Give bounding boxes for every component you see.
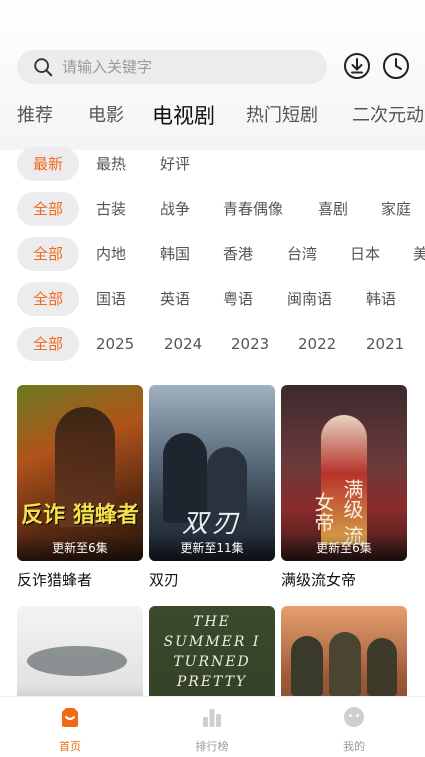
profile-icon — [344, 707, 364, 727]
filter-sort-hottest[interactable]: 最热 — [96, 147, 126, 181]
landscape-shape — [27, 646, 127, 676]
tab-movies[interactable]: 电影 — [88, 100, 124, 132]
bottom-navigation: 首页 排行榜 我的 — [0, 696, 425, 757]
filter-sort-top-rated[interactable]: 好评 — [160, 147, 190, 181]
search-row — [0, 48, 425, 86]
series-card[interactable]: 双刃 更新至11集 双刃 — [149, 385, 275, 590]
filter-language-mandarin[interactable]: 国语 — [96, 282, 126, 316]
tab-recommend[interactable]: 推荐 — [17, 100, 53, 132]
actor-silhouette — [291, 636, 323, 696]
ranking-icon — [203, 709, 221, 727]
filter-region-usa[interactable]: 美 — [413, 237, 425, 271]
tab-tv-series[interactable]: 电视剧 — [152, 100, 215, 132]
language-filter-row: 全部 国语 英语 粤语 闽南语 韩语 — [0, 282, 425, 316]
filter-language-all[interactable]: 全部 — [17, 282, 79, 316]
region-filter-row: 全部 内地 韩国 香港 台湾 日本 美 — [0, 237, 425, 271]
nav-label: 首页 — [59, 740, 81, 753]
poster-image: 双刃 更新至11集 — [149, 385, 275, 561]
poster-image: 满级 流女帝 更新至6集 — [281, 385, 407, 561]
nav-home[interactable]: 首页 — [30, 697, 110, 757]
filter-genre-all[interactable]: 全部 — [17, 192, 79, 226]
filter-year-all[interactable]: 全部 — [17, 327, 79, 361]
filter-language-english[interactable]: 英语 — [160, 282, 190, 316]
sort-filter-row: 最新 最热 好评 — [0, 147, 425, 181]
series-title: 双刃 — [149, 571, 180, 589]
genre-filter-row: 全部 古装 战争 青春偶像 喜剧 家庭 — [0, 192, 425, 226]
search-icon — [34, 58, 53, 77]
filter-language-cantonese[interactable]: 粤语 — [223, 282, 253, 316]
filter-sort-latest[interactable]: 最新 — [17, 147, 79, 181]
episode-badge: 更新至11集 — [149, 535, 275, 561]
home-icon — [62, 708, 78, 727]
filter-region-all[interactable]: 全部 — [17, 237, 79, 271]
history-icon[interactable] — [382, 52, 410, 80]
nav-label: 我的 — [343, 740, 365, 753]
poster-title-text: 反诈 猎蜂者 — [21, 502, 139, 528]
filter-year-2023[interactable]: 2023 — [231, 327, 269, 361]
filter-language-korean[interactable]: 韩语 — [366, 282, 396, 316]
actor-silhouette — [367, 638, 397, 696]
series-card[interactable]: 反诈 猎蜂者 更新至6集 反诈猎蜂者 — [17, 385, 143, 590]
filter-year-2022[interactable]: 2022 — [298, 327, 336, 361]
filter-region-taiwan[interactable]: 台湾 — [287, 237, 317, 271]
nav-label: 排行榜 — [195, 740, 229, 753]
filter-region-japan[interactable]: 日本 — [350, 237, 380, 271]
filter-genre-war[interactable]: 战争 — [160, 192, 190, 226]
filter-region-korea[interactable]: 韩国 — [160, 237, 190, 271]
search-box[interactable] — [17, 50, 327, 84]
nav-ranking[interactable]: 排行榜 — [172, 697, 252, 757]
download-icon[interactable] — [343, 52, 371, 80]
actor-silhouette — [329, 632, 361, 696]
series-title: 反诈猎蜂者 — [17, 571, 93, 589]
filter-language-hokkien[interactable]: 闽南语 — [287, 282, 332, 316]
poster-title-text: THE SUMMER I TURNED PRETTY — [163, 614, 261, 690]
nav-profile[interactable]: 我的 — [314, 697, 394, 757]
series-card[interactable]: 满级 流女帝 更新至6集 满级流女帝 — [281, 385, 407, 590]
tab-hot-short-drama[interactable]: 热门短剧 — [246, 100, 318, 132]
filter-genre-comedy[interactable]: 喜剧 — [318, 192, 348, 226]
filter-region-hongkong[interactable]: 香港 — [223, 237, 253, 271]
filter-region-mainland[interactable]: 内地 — [96, 237, 126, 271]
poster-image: 反诈 猎蜂者 更新至6集 — [17, 385, 143, 561]
filter-genre-family[interactable]: 家庭 — [381, 192, 411, 226]
filter-year-2024[interactable]: 2024 — [164, 327, 202, 361]
filter-genre-costume[interactable]: 古装 — [96, 192, 126, 226]
filter-year-2021[interactable]: 2021 — [366, 327, 404, 361]
episode-badge: 更新至6集 — [17, 535, 143, 561]
tab-anime[interactable]: 二次元动 — [352, 100, 424, 132]
year-filter-row: 全部 2025 2024 2023 2022 2021 — [0, 327, 425, 361]
filter-genre-youth-idol[interactable]: 青春偶像 — [223, 192, 283, 226]
episode-badge: 更新至6集 — [281, 535, 407, 561]
search-input[interactable] — [62, 58, 302, 76]
category-tabs: 推荐 电影 电视剧 热门短剧 二次元动 — [0, 100, 425, 132]
series-title: 满级流女帝 — [281, 571, 357, 589]
filter-year-2025[interactable]: 2025 — [96, 327, 134, 361]
